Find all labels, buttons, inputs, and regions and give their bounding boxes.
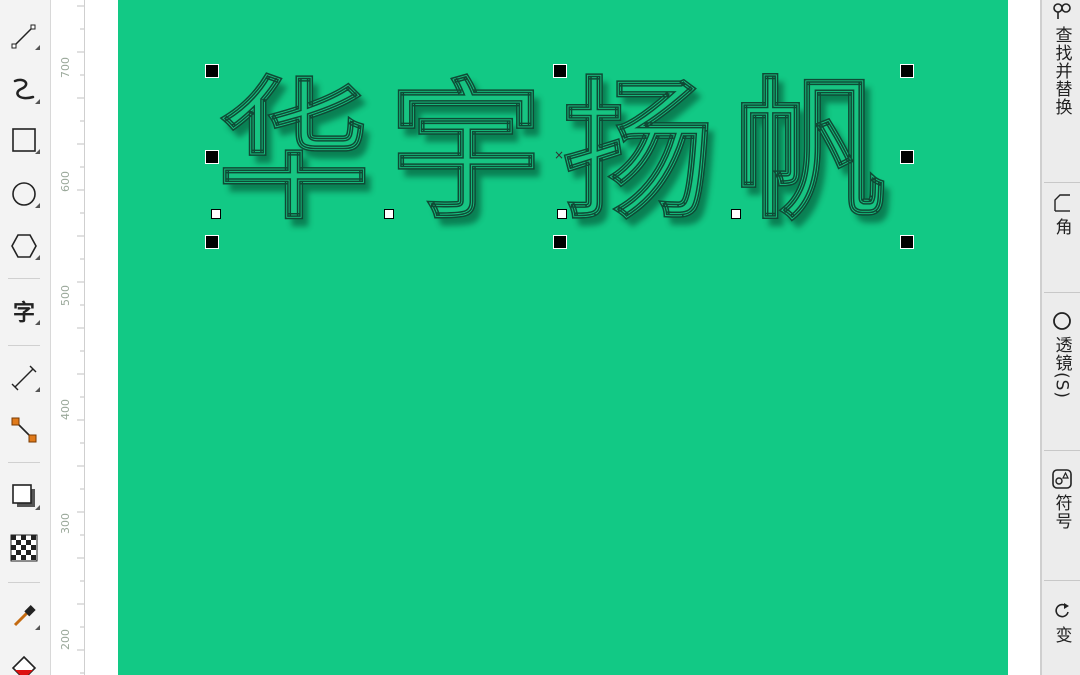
eyedropper-tool[interactable] xyxy=(6,598,42,634)
flyout-indicator xyxy=(35,255,40,260)
connector-icon xyxy=(11,417,37,443)
docker-tab-label: 角 xyxy=(1051,218,1072,236)
transparency-tool[interactable] xyxy=(6,530,42,566)
selection-handle-top-left[interactable] xyxy=(205,64,219,78)
drop-shadow-tool[interactable] xyxy=(6,478,42,514)
ruler-ticks xyxy=(77,5,84,674)
flyout-indicator xyxy=(35,320,40,325)
text-tool[interactable]: 字 xyxy=(6,293,42,329)
fill-bucket-icon xyxy=(11,655,37,675)
ruler-label: 300 xyxy=(59,513,72,534)
ruler-label: 700 xyxy=(59,57,72,78)
transform-icon xyxy=(1051,600,1073,622)
ellipse-tool[interactable] xyxy=(6,176,42,212)
parallel-dimension-tool[interactable] xyxy=(6,360,42,396)
selection-handle-top-right[interactable] xyxy=(900,64,914,78)
toolbox-divider xyxy=(8,582,40,583)
docker-tab-label: 符号 xyxy=(1051,494,1072,530)
drawing-canvas[interactable]: 华宇扬帆 × xyxy=(85,0,1040,675)
corner-icon xyxy=(1051,192,1073,214)
page-background[interactable]: 华宇扬帆 × xyxy=(118,0,1008,675)
docker-tab-symbol[interactable]: 符号 xyxy=(1044,468,1080,581)
freehand-line-tool[interactable] xyxy=(6,18,42,54)
character-node[interactable] xyxy=(557,209,567,219)
rectangle-tool[interactable] xyxy=(6,122,42,158)
center-marker: × xyxy=(554,148,565,162)
flyout-indicator xyxy=(35,45,40,50)
polygon-tool[interactable] xyxy=(6,228,42,264)
selection-handle-bottom-center[interactable] xyxy=(553,235,567,249)
flyout-indicator xyxy=(35,505,40,510)
character-node[interactable] xyxy=(731,209,741,219)
vertical-ruler[interactable]: 700 600 500 400 300 200 xyxy=(51,0,85,675)
docker-tab-label: 变 xyxy=(1051,626,1072,644)
docker-tab-label: 透镜(S) xyxy=(1051,336,1072,400)
selection-handle-top-center[interactable] xyxy=(553,64,567,78)
ruler-label: 200 xyxy=(59,629,72,650)
flyout-indicator xyxy=(35,99,40,104)
docker-panel: 查找并替换 角 透镜(S) 符号 变 xyxy=(1040,0,1080,675)
app-window: 字 700 600 500 400 300 200 华宇扬帆 × 查找并替换 角… xyxy=(0,0,1080,675)
ruler-label: 600 xyxy=(59,171,72,192)
character-node[interactable] xyxy=(384,209,394,219)
flyout-indicator xyxy=(35,203,40,208)
character-node[interactable] xyxy=(211,209,221,219)
lens-icon xyxy=(1051,310,1073,332)
toolbox-divider xyxy=(8,462,40,463)
toolbox-divider xyxy=(8,278,40,279)
docker-tab-lens[interactable]: 透镜(S) xyxy=(1044,310,1080,451)
docker-tab-find-replace[interactable]: 查找并替换 xyxy=(1044,0,1080,183)
selection-handle-bottom-right[interactable] xyxy=(900,235,914,249)
selection-handle-bottom-left[interactable] xyxy=(205,235,219,249)
artistic-text-object[interactable]: 华宇扬帆 xyxy=(217,62,918,242)
ruler-label: 500 xyxy=(59,285,72,306)
flyout-indicator xyxy=(35,625,40,630)
selection-handle-middle-right[interactable] xyxy=(900,150,914,164)
checkerboard-icon xyxy=(10,534,38,562)
docker-tab-corner[interactable]: 角 xyxy=(1044,192,1080,293)
canvas-margin xyxy=(1008,0,1040,675)
flyout-indicator xyxy=(35,149,40,154)
selection-handle-middle-left[interactable] xyxy=(205,150,219,164)
docker-tab-transform[interactable]: 变 xyxy=(1044,600,1080,675)
find-replace-icon xyxy=(1051,0,1073,22)
docker-tab-label: 查找并替换 xyxy=(1051,26,1072,116)
artistic-media-tool[interactable] xyxy=(6,72,42,108)
toolbox: 字 xyxy=(0,0,51,675)
connector-tool[interactable] xyxy=(6,412,42,448)
text-tool-icon: 字 xyxy=(12,301,35,326)
symbol-icon xyxy=(1051,468,1073,490)
interactive-fill-tool[interactable] xyxy=(6,650,42,675)
flyout-indicator xyxy=(35,387,40,392)
toolbox-divider xyxy=(8,345,40,346)
ruler-label: 400 xyxy=(59,399,72,420)
